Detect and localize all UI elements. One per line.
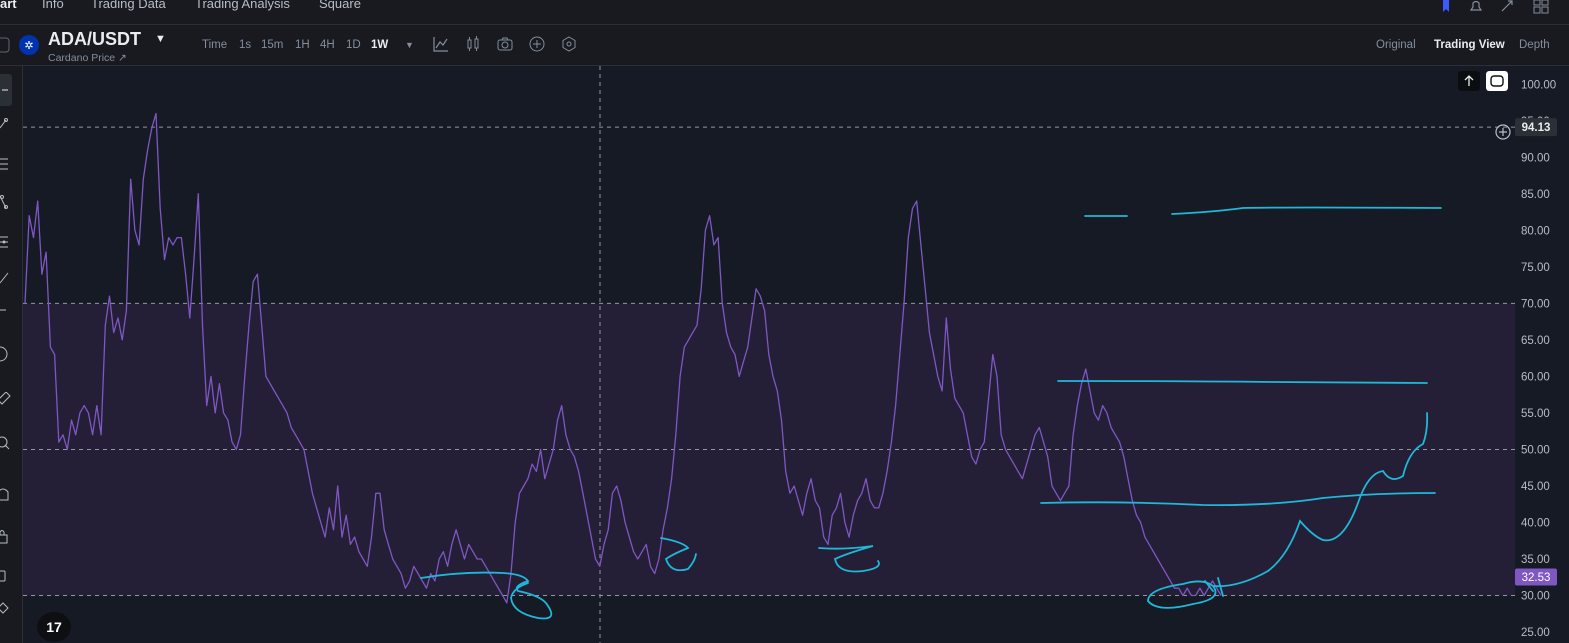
y-tick-label: 100.00 [1521, 79, 1556, 91]
y-tick-label: 75.00 [1521, 262, 1550, 274]
y-tick-label: 50.00 [1521, 444, 1550, 456]
plus-circle-icon[interactable] [529, 36, 545, 52]
crosshair-value: 94.13 [1522, 122, 1551, 134]
chevron-down-icon[interactable]: ▼ [155, 33, 166, 45]
y-tick-label: 55.00 [1521, 408, 1550, 420]
y-tick-label: 60.00 [1521, 371, 1550, 383]
timeframe-1w[interactable]: 1W [371, 39, 388, 51]
chart-type-icon[interactable] [433, 36, 449, 52]
text-tool-icon[interactable] [0, 306, 16, 322]
filter-icon[interactable] [0, 37, 10, 53]
camera-icon[interactable] [497, 36, 513, 52]
bell-icon[interactable] [1468, 0, 1484, 14]
pitchfork-icon[interactable] [0, 194, 16, 210]
timeframe-time[interactable]: Time [202, 39, 227, 51]
grid-layout-icon[interactable] [1533, 0, 1549, 14]
view-depth[interactable]: Depth [1519, 39, 1550, 51]
y-tick-label: 30.00 [1521, 591, 1550, 603]
tab-info[interactable]: Info [42, 0, 64, 11]
top-nav: art Info Trading Data Trading Analysis S… [0, 0, 1569, 25]
eye-icon[interactable] [0, 568, 16, 584]
emoji-icon[interactable] [0, 346, 16, 362]
cardano-icon: ✲ [19, 35, 39, 55]
chart-toolbar: ✲ ADA/USDT ▼ Cardano Price ↗ Time 1s 15m… [0, 25, 1569, 66]
y-tick-label: 80.00 [1521, 225, 1550, 237]
candles-icon[interactable] [465, 36, 481, 52]
lock-icon[interactable] [0, 528, 16, 544]
y-tick-label: 35.00 [1521, 554, 1550, 566]
timeframe-1h[interactable]: 1H [295, 39, 310, 51]
view-trading-view[interactable]: Trading View [1434, 39, 1505, 51]
expand-icon[interactable] [1499, 0, 1515, 14]
pair-subtitle[interactable]: Cardano Price ↗ [48, 52, 127, 64]
magnet-icon[interactable] [0, 486, 16, 502]
y-tick-label: 85.00 [1521, 189, 1550, 201]
y-tick-label: 90.00 [1521, 152, 1550, 164]
zoom-icon[interactable] [0, 436, 16, 452]
y-tick-label: 45.00 [1521, 481, 1550, 493]
tab-chart[interactable]: art [0, 0, 17, 11]
timeframe-more-icon[interactable]: ▼ [405, 40, 414, 50]
timeframe-1d[interactable]: 1D [346, 39, 361, 51]
y-tick-label: 70.00 [1521, 298, 1550, 310]
cursor-tool-icon[interactable] [0, 74, 16, 106]
tradingview-logo[interactable]: 17 [37, 612, 71, 642]
brush-icon[interactable] [0, 269, 16, 285]
fib-retracement-icon[interactable] [0, 234, 16, 250]
tab-trading-analysis[interactable]: Trading Analysis [195, 0, 290, 11]
timeframe-1s[interactable]: 1s [239, 39, 251, 51]
scroll-to-latest-icon[interactable] [1458, 71, 1480, 91]
tab-square[interactable]: Square [319, 0, 361, 11]
y-tick-label: 40.00 [1521, 517, 1550, 529]
fit-screen-icon[interactable] [1486, 71, 1508, 91]
timeframe-4h[interactable]: 4H [320, 39, 335, 51]
pair-title[interactable]: ADA/USDT [48, 29, 141, 50]
drawing-toolbar [0, 66, 23, 643]
y-tick-label: 25.00 [1521, 627, 1550, 639]
bookmark-icon[interactable] [1438, 0, 1454, 14]
view-original[interactable]: Original [1376, 39, 1416, 51]
trash-icon[interactable] [0, 600, 16, 616]
horizontal-lines-icon[interactable] [0, 156, 16, 172]
current-value-badge: 32.53 [1515, 568, 1557, 586]
y-tick-label: 65.00 [1521, 335, 1550, 347]
timeframe-15m[interactable]: 15m [261, 39, 283, 51]
trend-line-icon[interactable] [0, 116, 16, 132]
settings-hex-icon[interactable] [561, 36, 577, 52]
tab-trading-data[interactable]: Trading Data [91, 0, 166, 11]
rsi-chart[interactable]: 100.0095.0090.0085.0080.0075.0070.0065.0… [23, 66, 1569, 643]
current-value: 32.53 [1522, 572, 1551, 584]
ruler-icon[interactable] [0, 392, 16, 408]
